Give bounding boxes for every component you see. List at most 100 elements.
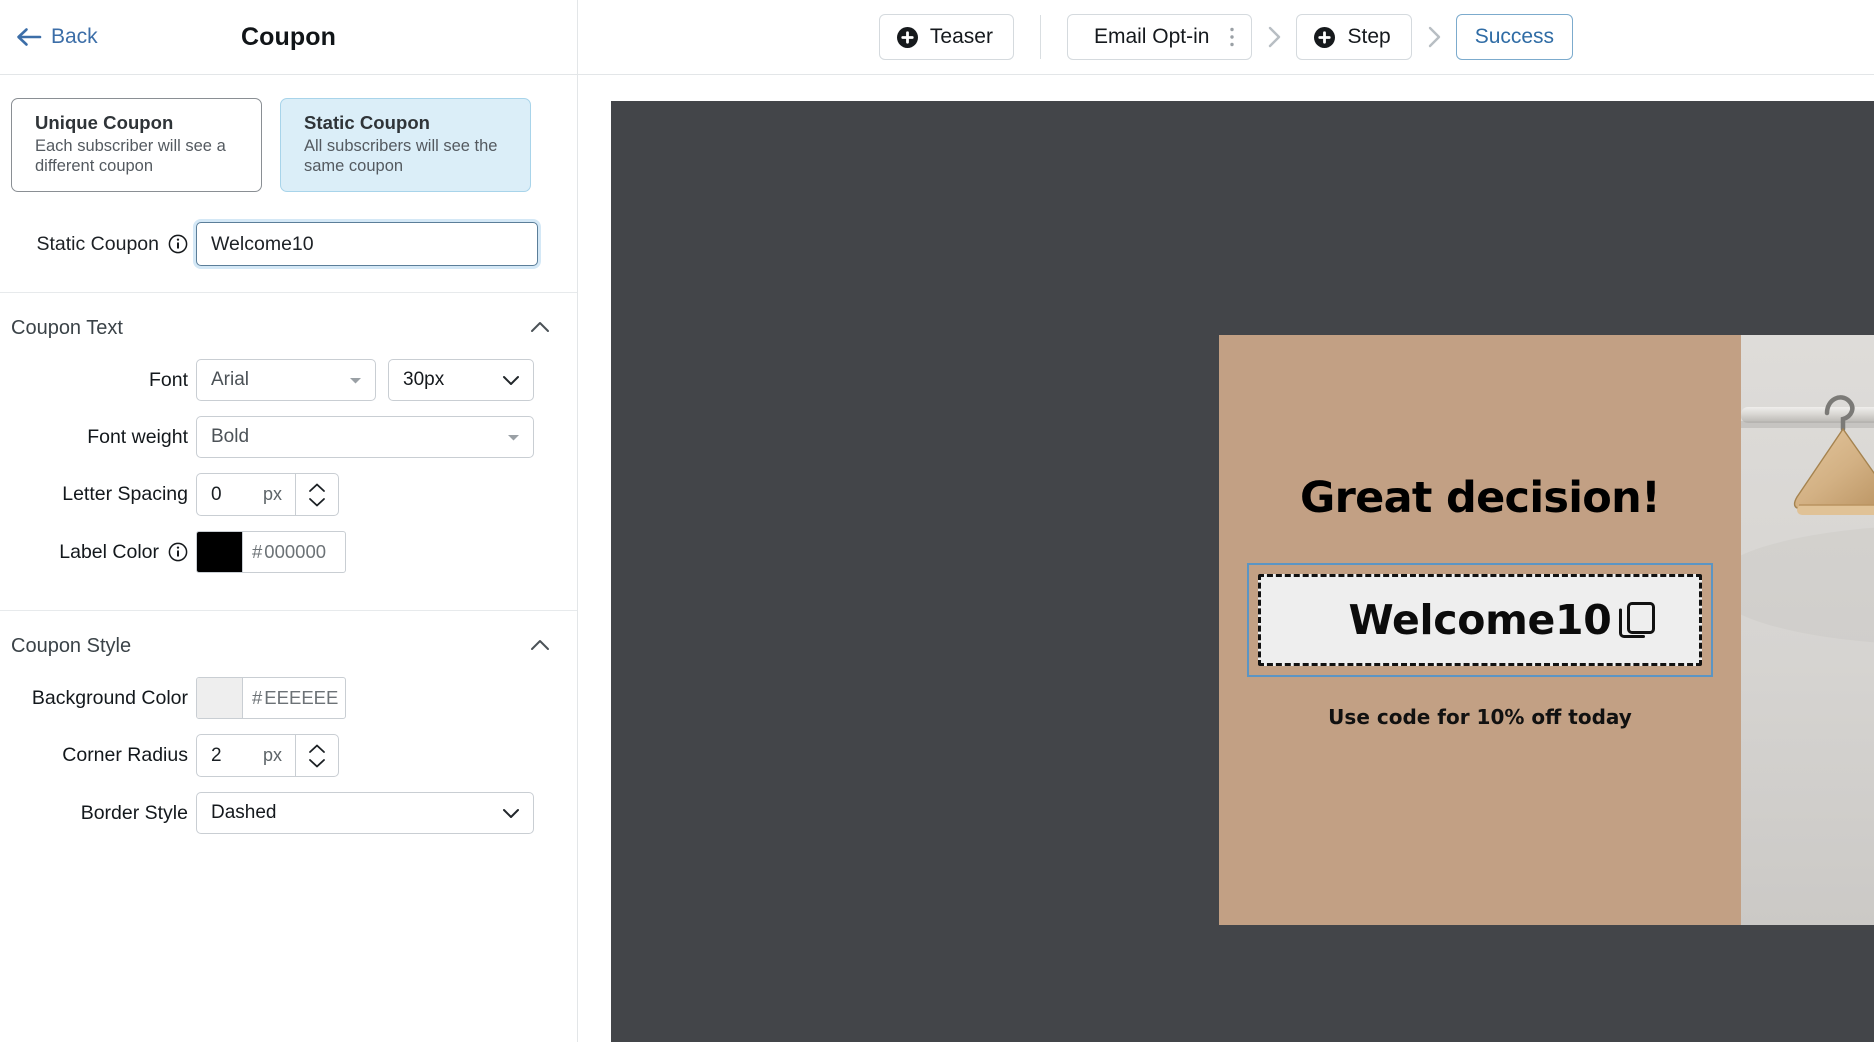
coupon-selection-frame[interactable]: Welcome10 bbox=[1247, 563, 1713, 677]
tab-success[interactable]: Success bbox=[1456, 14, 1573, 60]
letter-spacing-unit: px bbox=[263, 484, 282, 505]
letter-spacing-stepper[interactable]: 0 px bbox=[196, 473, 339, 516]
corner-radius-row: Corner Radius 2 px bbox=[0, 734, 577, 777]
coupon-type-unique[interactable]: Unique Coupon Each subscriber will see a… bbox=[11, 98, 262, 192]
copy-icon[interactable] bbox=[1615, 598, 1659, 642]
settings-panel: Back Coupon Unique Coupon Each subscribe… bbox=[0, 0, 578, 1042]
coupon-type-static[interactable]: Static Coupon All subscribers will see t… bbox=[280, 98, 531, 192]
tab-teaser[interactable]: Teaser bbox=[879, 14, 1014, 60]
chevron-up-icon bbox=[306, 743, 328, 755]
label-color-hex[interactable]: # 000000 bbox=[242, 532, 345, 572]
static-coupon-row: Static Coupon Welcome10 bbox=[0, 209, 577, 292]
preview-image-side bbox=[1741, 335, 1874, 925]
panel-body: Unique Coupon Each subscriber will see a… bbox=[0, 75, 577, 834]
info-icon[interactable] bbox=[168, 234, 188, 254]
static-coupon-label: Static Coupon bbox=[37, 233, 160, 256]
coupon-type-cards: Unique Coupon Each subscriber will see a… bbox=[0, 75, 577, 209]
section-coupon-text-header[interactable]: Coupon Text bbox=[0, 293, 577, 359]
canvas-area: Great decision! Welcome10 bbox=[578, 75, 1874, 1042]
static-coupon-input[interactable]: Welcome10 bbox=[196, 222, 538, 266]
preview-modal: Great decision! Welcome10 bbox=[1219, 335, 1874, 925]
panel-header: Back Coupon bbox=[0, 0, 577, 75]
static-coupon-label-group: Static Coupon bbox=[0, 233, 196, 256]
coupon-code-text: Welcome10 bbox=[1349, 596, 1612, 644]
chevron-up-icon[interactable] bbox=[527, 315, 553, 341]
corner-radius-unit: px bbox=[263, 745, 282, 766]
chevron-down-icon bbox=[347, 372, 364, 389]
coupon-type-unique-title: Unique Coupon bbox=[35, 112, 247, 134]
coupon-box[interactable]: Welcome10 bbox=[1258, 574, 1702, 666]
font-row: Font Arial 30px bbox=[0, 359, 577, 401]
tab-email-optin-label: Email Opt-in bbox=[1094, 25, 1210, 49]
more-options-icon[interactable] bbox=[1223, 24, 1241, 50]
tab-teaser-label: Teaser bbox=[930, 25, 993, 49]
corner-radius-value-group[interactable]: 2 px bbox=[197, 735, 295, 776]
tab-step[interactable]: Step bbox=[1296, 14, 1411, 60]
label-color-row: Label Color # 000000 bbox=[0, 531, 577, 573]
info-icon[interactable] bbox=[168, 542, 188, 562]
label-color-label-group: Label Color bbox=[0, 541, 196, 564]
arrow-left-icon bbox=[16, 26, 42, 48]
preview-headline: Great decision! bbox=[1300, 473, 1660, 523]
section-coupon-text-title: Coupon Text bbox=[11, 317, 123, 340]
tab-success-label: Success bbox=[1475, 25, 1554, 49]
plus-circle-icon bbox=[896, 26, 919, 49]
step-toolbar: Teaser Email Opt-in bbox=[578, 0, 1874, 75]
background-color-row: Background Color # EEEEEE bbox=[0, 677, 577, 719]
font-label: Font bbox=[0, 369, 196, 392]
background-color-swatch[interactable] bbox=[197, 678, 242, 718]
label-color-hash: # bbox=[252, 541, 262, 563]
preview-panel: Teaser Email Opt-in bbox=[578, 0, 1874, 1042]
font-family-value: Arial bbox=[211, 369, 249, 391]
background-color-field[interactable]: # EEEEEE bbox=[196, 677, 346, 719]
chevron-down-icon bbox=[306, 496, 328, 508]
preview-subtext: Use code for 10% off today bbox=[1328, 705, 1632, 729]
font-weight-select[interactable]: Bold bbox=[196, 416, 534, 458]
coupon-type-unique-description: Each subscriber will see a different cou… bbox=[35, 136, 247, 176]
clothes-hangers-image bbox=[1741, 335, 1874, 925]
label-color-field[interactable]: # 000000 bbox=[196, 531, 346, 573]
coupon-type-static-description: All subscribers will see the same coupon bbox=[304, 136, 516, 176]
chevron-down-icon bbox=[306, 757, 328, 769]
chevron-up-icon[interactable] bbox=[527, 633, 553, 659]
tab-step-label: Step bbox=[1347, 25, 1390, 49]
chevron-right-icon bbox=[1421, 24, 1447, 50]
letter-spacing-value-group[interactable]: 0 px bbox=[197, 474, 295, 515]
corner-radius-stepper-buttons[interactable] bbox=[295, 735, 338, 776]
border-style-value: Dashed bbox=[211, 802, 277, 824]
font-size-select[interactable]: 30px bbox=[388, 359, 534, 401]
chevron-down-icon bbox=[505, 429, 522, 446]
tab-email-optin[interactable]: Email Opt-in bbox=[1067, 14, 1253, 60]
font-size-value: 30px bbox=[403, 369, 444, 391]
background-color-value: EEEEEE bbox=[264, 687, 338, 709]
background-color-hex[interactable]: # EEEEEE bbox=[242, 678, 345, 718]
label-color-swatch[interactable] bbox=[197, 532, 242, 572]
section-coupon-style-title: Coupon Style bbox=[11, 635, 131, 658]
border-style-select[interactable]: Dashed bbox=[196, 792, 534, 834]
letter-spacing-stepper-buttons[interactable] bbox=[295, 474, 338, 515]
chevron-right-icon bbox=[1261, 24, 1287, 50]
back-button[interactable]: Back bbox=[8, 19, 106, 55]
border-style-row: Border Style Dashed bbox=[0, 792, 577, 834]
preview-overlay: Great decision! Welcome10 bbox=[611, 101, 1874, 1042]
corner-radius-value: 2 bbox=[211, 745, 222, 767]
corner-radius-stepper[interactable]: 2 px bbox=[196, 734, 339, 777]
preview-content-side: Great decision! Welcome10 bbox=[1219, 335, 1741, 925]
font-weight-row: Font weight Bold bbox=[0, 416, 577, 458]
background-color-label: Background Color bbox=[0, 687, 196, 710]
back-label: Back bbox=[51, 25, 98, 49]
static-coupon-value: Welcome10 bbox=[211, 233, 314, 256]
toolbar-separator bbox=[1040, 15, 1041, 59]
border-style-label: Border Style bbox=[0, 802, 196, 825]
font-weight-label: Font weight bbox=[0, 426, 196, 449]
chevron-down-icon bbox=[500, 802, 522, 824]
plus-circle-icon bbox=[1313, 26, 1336, 49]
letter-spacing-value: 0 bbox=[211, 484, 222, 506]
section-coupon-style-header[interactable]: Coupon Style bbox=[0, 611, 577, 677]
chevron-up-icon bbox=[306, 482, 328, 494]
background-color-hash: # bbox=[252, 687, 262, 709]
font-family-select[interactable]: Arial bbox=[196, 359, 376, 401]
label-color-label: Label Color bbox=[59, 541, 159, 564]
letter-spacing-row: Letter Spacing 0 px bbox=[0, 473, 577, 516]
letter-spacing-label: Letter Spacing bbox=[0, 483, 196, 506]
